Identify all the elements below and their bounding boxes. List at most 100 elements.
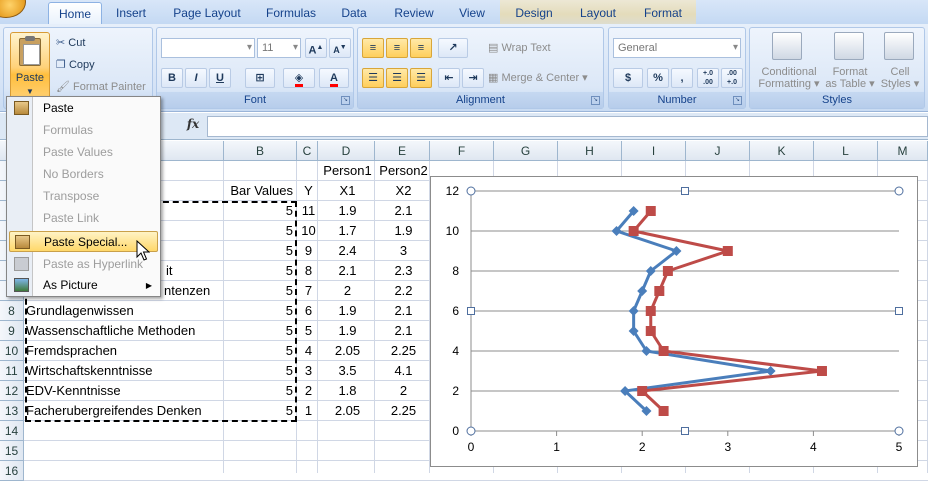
column-header[interactable]: C xyxy=(297,141,318,161)
tab-review[interactable]: Review xyxy=(384,2,444,24)
number-launcher-icon[interactable]: ↘ xyxy=(733,96,742,105)
office-button-icon[interactable] xyxy=(0,0,26,18)
cell-d[interactable]: 3.5 xyxy=(320,361,375,380)
cell-c[interactable]: 7 xyxy=(299,281,318,300)
tab-home[interactable]: Home xyxy=(48,2,102,24)
row-header[interactable]: 12 xyxy=(0,381,24,401)
column-header[interactable]: F xyxy=(430,141,494,161)
cell-b[interactable]: Bar Values xyxy=(226,181,297,200)
column-header[interactable]: M xyxy=(878,141,928,161)
row-header[interactable]: 13 xyxy=(0,401,24,421)
orientation-icon[interactable]: ↗ xyxy=(438,38,468,58)
cell-e[interactable]: Person2 xyxy=(377,161,430,180)
menu-item-formulas[interactable]: Formulas xyxy=(9,120,158,141)
borders-button[interactable]: ⊞ xyxy=(245,68,275,88)
tab-view[interactable]: View xyxy=(452,2,492,24)
menu-item-paste[interactable]: Paste xyxy=(9,98,158,119)
merge-center-button[interactable]: ▦ Merge & Center ▾ xyxy=(488,71,588,84)
cell-b[interactable] xyxy=(226,461,297,480)
cell-e[interactable]: 2.3 xyxy=(377,261,430,280)
cell-e[interactable]: 2.25 xyxy=(377,401,430,420)
cell-e[interactable]: 1.9 xyxy=(377,221,430,240)
cell-d[interactable]: Person1 xyxy=(320,161,375,180)
tab-layout[interactable]: Layout xyxy=(570,2,626,24)
cell-c[interactable]: 10 xyxy=(299,221,318,240)
align-left-icon[interactable]: ☰ xyxy=(362,68,384,88)
column-header[interactable]: I xyxy=(622,141,686,161)
cell-d[interactable] xyxy=(320,421,375,440)
grow-font-button[interactable]: A▲ xyxy=(305,38,327,58)
cell-d[interactable]: 1.7 xyxy=(320,221,375,240)
cell-d[interactable]: 1.9 xyxy=(320,201,375,220)
number-format-combo[interactable]: General xyxy=(613,38,741,58)
cell-c[interactable]: 2 xyxy=(299,381,318,400)
format-painter-button[interactable]: 🖌 Format Painter xyxy=(56,80,146,93)
font-launcher-icon[interactable]: ↘ xyxy=(341,96,350,105)
cell-a[interactable] xyxy=(26,441,224,460)
shrink-font-button[interactable]: A▼ xyxy=(329,38,351,58)
copy-button[interactable]: ❐ Copy xyxy=(56,58,95,71)
format-as-table-button[interactable]: Format as Table ▾ xyxy=(822,66,878,90)
cell-e[interactable] xyxy=(377,421,430,440)
cell-a[interactable] xyxy=(26,421,224,440)
wrap-text-button[interactable]: ▤ Wrap Text xyxy=(488,41,551,54)
tab-format[interactable]: Format xyxy=(634,2,692,24)
cell-d[interactable]: 2.4 xyxy=(320,241,375,260)
cell-d[interactable]: 2.1 xyxy=(320,261,375,280)
tab-formulas[interactable]: Formulas xyxy=(258,2,324,24)
align-right-icon[interactable]: ☰ xyxy=(410,68,432,88)
cell-c[interactable]: 1 xyxy=(299,401,318,420)
tab-page-layout[interactable]: Page Layout xyxy=(164,2,250,24)
cell-d[interactable]: 2 xyxy=(320,281,375,300)
currency-button[interactable]: $ xyxy=(613,68,643,88)
row-header[interactable]: 10 xyxy=(0,341,24,361)
cell-b[interactable] xyxy=(226,441,297,460)
align-top-icon[interactable]: ≡ xyxy=(362,38,384,58)
row-header[interactable]: 8 xyxy=(0,301,24,321)
menu-item-no-borders[interactable]: No Borders xyxy=(9,164,158,185)
scatter-chart[interactable]: 0 2 4 6 8 10 12 0 1 2 3 4 5 xyxy=(430,176,918,467)
bold-button[interactable]: B xyxy=(161,68,183,88)
increase-indent-icon[interactable]: ⇥ xyxy=(462,68,484,88)
decrease-indent-icon[interactable]: ⇤ xyxy=(438,68,460,88)
cell-d[interactable]: 1.8 xyxy=(320,381,375,400)
tab-data[interactable]: Data xyxy=(332,2,376,24)
font-name-combo[interactable] xyxy=(161,38,255,58)
menu-item-paste-values[interactable]: Paste Values xyxy=(9,142,158,163)
column-header[interactable]: L xyxy=(814,141,878,161)
cell-e[interactable]: X2 xyxy=(377,181,430,200)
row-header[interactable]: 14 xyxy=(0,421,24,441)
cell-e[interactable] xyxy=(377,461,430,480)
formula-input[interactable] xyxy=(207,116,928,137)
conditional-formatting-button[interactable]: Conditional Formatting ▾ xyxy=(754,66,824,90)
underline-button[interactable]: U xyxy=(209,68,231,88)
paste-dropdown-icon[interactable]: ▼ xyxy=(11,87,49,96)
cell-c[interactable]: 3 xyxy=(299,361,318,380)
column-header[interactable]: E xyxy=(375,141,430,161)
increase-decimal-button[interactable]: +.0 .00 xyxy=(697,68,719,88)
cell-d[interactable]: 1.9 xyxy=(320,301,375,320)
column-header[interactable]: H xyxy=(558,141,622,161)
cell-e[interactable]: 2.1 xyxy=(377,201,430,220)
cell-c[interactable] xyxy=(299,421,318,440)
cell-e[interactable]: 2 xyxy=(377,381,430,400)
cut-button[interactable]: ✂ Cut xyxy=(56,36,85,49)
menu-item-as-picture[interactable]: As Picture ▶ xyxy=(9,275,158,296)
cell-c[interactable] xyxy=(299,161,318,180)
column-header[interactable]: B xyxy=(224,141,297,161)
column-header[interactable]: K xyxy=(750,141,814,161)
cell-b[interactable] xyxy=(226,161,297,180)
column-header[interactable]: G xyxy=(494,141,558,161)
row-header[interactable]: 15 xyxy=(0,441,24,461)
cell-a[interactable] xyxy=(26,461,224,480)
cell-d[interactable]: 2.05 xyxy=(320,401,375,420)
percent-button[interactable]: % xyxy=(647,68,669,88)
italic-button[interactable]: I xyxy=(185,68,207,88)
cell-c[interactable] xyxy=(299,441,318,460)
column-header[interactable]: D xyxy=(318,141,375,161)
cell-d[interactable] xyxy=(320,441,375,460)
cell-styles-button[interactable]: Cell Styles ▾ xyxy=(878,66,922,90)
fill-color-button[interactable]: ◈ xyxy=(283,68,315,88)
cell-c[interactable]: 8 xyxy=(299,261,318,280)
cell-d[interactable]: 1.9 xyxy=(320,321,375,340)
